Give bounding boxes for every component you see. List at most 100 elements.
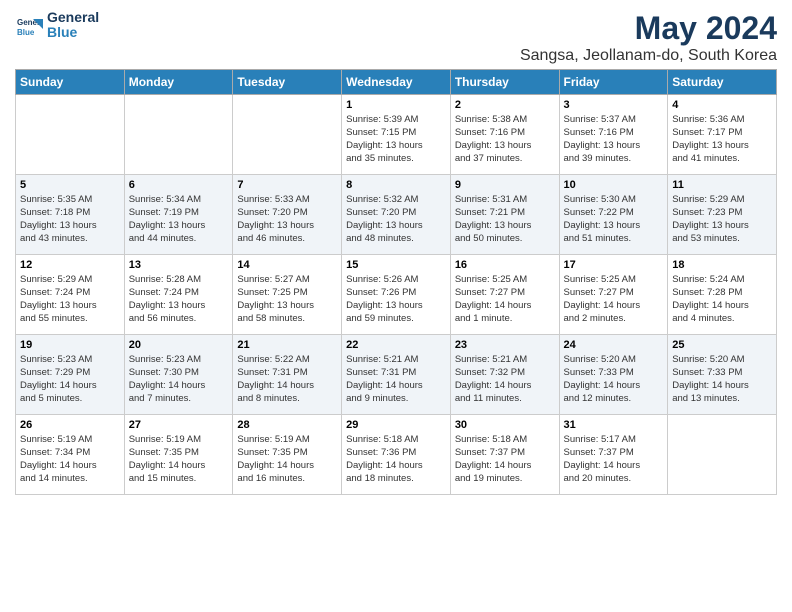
day-info: Sunrise: 5:35 AM Sunset: 7:18 PM Dayligh… <box>20 194 120 245</box>
day-number: 20 <box>129 338 229 352</box>
calendar-cell <box>668 415 777 495</box>
day-number: 9 <box>455 178 555 192</box>
calendar-cell: 3 Sunrise: 5:37 AM Sunset: 7:16 PM Daylig… <box>559 95 668 175</box>
day-number: 11 <box>672 178 772 192</box>
day-info: Sunrise: 5:23 AM Sunset: 7:29 PM Dayligh… <box>20 354 120 405</box>
calendar-cell: 29 Sunrise: 5:18 AM Sunset: 7:36 PM Dayli… <box>342 415 451 495</box>
calendar-cell: 27Sunrise: 5:19 AM Sunset: 7:35 PM Dayli… <box>124 415 233 495</box>
day-info: Sunrise: 5:37 AM Sunset: 7:16 PM Dayligh… <box>564 114 664 165</box>
day-info: Sunrise: 5:27 AM Sunset: 7:25 PM Dayligh… <box>237 274 337 325</box>
day-info: Sunrise: 5:19 AM Sunset: 7:35 PM Dayligh… <box>237 434 337 485</box>
day-number: 25 <box>672 338 772 352</box>
day-number: 1 <box>346 98 446 112</box>
day-number: 16 <box>455 258 555 272</box>
calendar-cell: 11 Sunrise: 5:29 AM Sunset: 7:23 PM Dayli… <box>668 175 777 255</box>
calendar-cell: 10 Sunrise: 5:30 AM Sunset: 7:22 PM Dayli… <box>559 175 668 255</box>
calendar-cell: 13 Sunrise: 5:28 AM Sunset: 7:24 PM Dayli… <box>124 255 233 335</box>
day-info: Sunrise: 5:25 AM Sunset: 7:27 PM Dayligh… <box>455 274 555 325</box>
day-number: 15 <box>346 258 446 272</box>
calendar-cell: 25 Sunrise: 5:20 AM Sunset: 7:33 PM Dayli… <box>668 335 777 415</box>
day-info: Sunrise: 5:19 AM Sunset: 7:34 PM Dayligh… <box>20 434 120 485</box>
calendar-cell <box>124 95 233 175</box>
calendar-cell: 26 Sunrise: 5:19 AM Sunset: 7:34 PM Dayli… <box>16 415 125 495</box>
calendar-cell: 15Sunrise: 5:26 AM Sunset: 7:26 PM Dayli… <box>342 255 451 335</box>
day-number: 10 <box>564 178 664 192</box>
day-number: 18 <box>672 258 772 272</box>
day-info: Sunrise: 5:34 AM Sunset: 7:19 PM Dayligh… <box>129 194 229 245</box>
day-number: 30 <box>455 418 555 432</box>
day-number: 19 <box>20 338 120 352</box>
calendar-table: Sunday Monday Tuesday Wednesday Thursday… <box>15 69 777 495</box>
day-number: 22 <box>346 338 446 352</box>
day-info: Sunrise: 5:29 AM Sunset: 7:24 PM Dayligh… <box>20 274 120 325</box>
logo: General Blue General Blue <box>15 10 99 41</box>
calendar-cell: 16 Sunrise: 5:25 AM Sunset: 7:27 PM Dayli… <box>450 255 559 335</box>
day-number: 31 <box>564 418 664 432</box>
day-number: 23 <box>455 338 555 352</box>
page-title: May 2024 <box>520 10 777 47</box>
logo-line2: Blue <box>47 25 99 40</box>
col-monday: Monday <box>124 70 233 95</box>
calendar-cell: 31 Sunrise: 5:17 AM Sunset: 7:37 PM Dayli… <box>559 415 668 495</box>
day-info: Sunrise: 5:32 AM Sunset: 7:20 PM Dayligh… <box>346 194 446 245</box>
day-info: Sunrise: 5:25 AM Sunset: 7:27 PM Dayligh… <box>564 274 664 325</box>
day-number: 14 <box>237 258 337 272</box>
day-info: Sunrise: 5:39 AM Sunset: 7:15 PM Dayligh… <box>346 114 446 165</box>
day-info: Sunrise: 5:21 AM Sunset: 7:31 PM Dayligh… <box>346 354 446 405</box>
day-number: 17 <box>564 258 664 272</box>
calendar-cell: 9 Sunrise: 5:31 AM Sunset: 7:21 PM Daylig… <box>450 175 559 255</box>
day-number: 3 <box>564 98 664 112</box>
day-info: Sunrise: 5:29 AM Sunset: 7:23 PM Dayligh… <box>672 194 772 245</box>
calendar-week-5: 26 Sunrise: 5:19 AM Sunset: 7:34 PM Dayli… <box>16 415 777 495</box>
calendar-cell: 4Sunrise: 5:36 AM Sunset: 7:17 PM Daylig… <box>668 95 777 175</box>
calendar-cell: 21Sunrise: 5:22 AM Sunset: 7:31 PM Dayli… <box>233 335 342 415</box>
calendar-cell: 18 Sunrise: 5:24 AM Sunset: 7:28 PM Dayli… <box>668 255 777 335</box>
calendar-week-2: 5Sunrise: 5:35 AM Sunset: 7:18 PM Daylig… <box>16 175 777 255</box>
calendar-cell: 7 Sunrise: 5:33 AM Sunset: 7:20 PM Daylig… <box>233 175 342 255</box>
calendar-cell: 17 Sunrise: 5:25 AM Sunset: 7:27 PM Dayli… <box>559 255 668 335</box>
day-info: Sunrise: 5:23 AM Sunset: 7:30 PM Dayligh… <box>129 354 229 405</box>
header-row: Sunday Monday Tuesday Wednesday Thursday… <box>16 70 777 95</box>
day-number: 2 <box>455 98 555 112</box>
calendar-cell: 6 Sunrise: 5:34 AM Sunset: 7:19 PM Daylig… <box>124 175 233 255</box>
day-number: 13 <box>129 258 229 272</box>
day-info: Sunrise: 5:30 AM Sunset: 7:22 PM Dayligh… <box>564 194 664 245</box>
calendar-week-3: 12 Sunrise: 5:29 AM Sunset: 7:24 PM Dayli… <box>16 255 777 335</box>
day-number: 29 <box>346 418 446 432</box>
day-number: 6 <box>129 178 229 192</box>
calendar-week-1: 1 Sunrise: 5:39 AM Sunset: 7:15 PM Daylig… <box>16 95 777 175</box>
col-sunday: Sunday <box>16 70 125 95</box>
day-info: Sunrise: 5:20 AM Sunset: 7:33 PM Dayligh… <box>564 354 664 405</box>
page-subtitle: Sangsa, Jeollanam-do, South Korea <box>520 47 777 65</box>
day-info: Sunrise: 5:20 AM Sunset: 7:33 PM Dayligh… <box>672 354 772 405</box>
day-info: Sunrise: 5:18 AM Sunset: 7:36 PM Dayligh… <box>346 434 446 485</box>
col-thursday: Thursday <box>450 70 559 95</box>
calendar-cell <box>233 95 342 175</box>
calendar-cell: 1 Sunrise: 5:39 AM Sunset: 7:15 PM Daylig… <box>342 95 451 175</box>
calendar-cell: 28 Sunrise: 5:19 AM Sunset: 7:35 PM Dayli… <box>233 415 342 495</box>
day-info: Sunrise: 5:19 AM Sunset: 7:35 PM Dayligh… <box>129 434 229 485</box>
calendar-cell: 2 Sunrise: 5:38 AM Sunset: 7:16 PM Daylig… <box>450 95 559 175</box>
calendar-cell: 23Sunrise: 5:21 AM Sunset: 7:32 PM Dayli… <box>450 335 559 415</box>
svg-text:Blue: Blue <box>17 28 35 37</box>
col-wednesday: Wednesday <box>342 70 451 95</box>
calendar-cell: 19 Sunrise: 5:23 AM Sunset: 7:29 PM Dayli… <box>16 335 125 415</box>
calendar-cell: 20 Sunrise: 5:23 AM Sunset: 7:30 PM Dayli… <box>124 335 233 415</box>
calendar-cell <box>16 95 125 175</box>
calendar-cell: 22 Sunrise: 5:21 AM Sunset: 7:31 PM Dayli… <box>342 335 451 415</box>
day-number: 7 <box>237 178 337 192</box>
day-info: Sunrise: 5:33 AM Sunset: 7:20 PM Dayligh… <box>237 194 337 245</box>
day-number: 28 <box>237 418 337 432</box>
day-info: Sunrise: 5:31 AM Sunset: 7:21 PM Dayligh… <box>455 194 555 245</box>
col-friday: Friday <box>559 70 668 95</box>
day-number: 26 <box>20 418 120 432</box>
page-container: General Blue General Blue May 2024 Sangs… <box>0 0 792 505</box>
day-info: Sunrise: 5:17 AM Sunset: 7:37 PM Dayligh… <box>564 434 664 485</box>
day-info: Sunrise: 5:18 AM Sunset: 7:37 PM Dayligh… <box>455 434 555 485</box>
day-info: Sunrise: 5:28 AM Sunset: 7:24 PM Dayligh… <box>129 274 229 325</box>
day-info: Sunrise: 5:24 AM Sunset: 7:28 PM Dayligh… <box>672 274 772 325</box>
day-info: Sunrise: 5:38 AM Sunset: 7:16 PM Dayligh… <box>455 114 555 165</box>
day-number: 12 <box>20 258 120 272</box>
header: General Blue General Blue May 2024 Sangs… <box>15 10 777 65</box>
logo-line1: General <box>47 10 99 25</box>
